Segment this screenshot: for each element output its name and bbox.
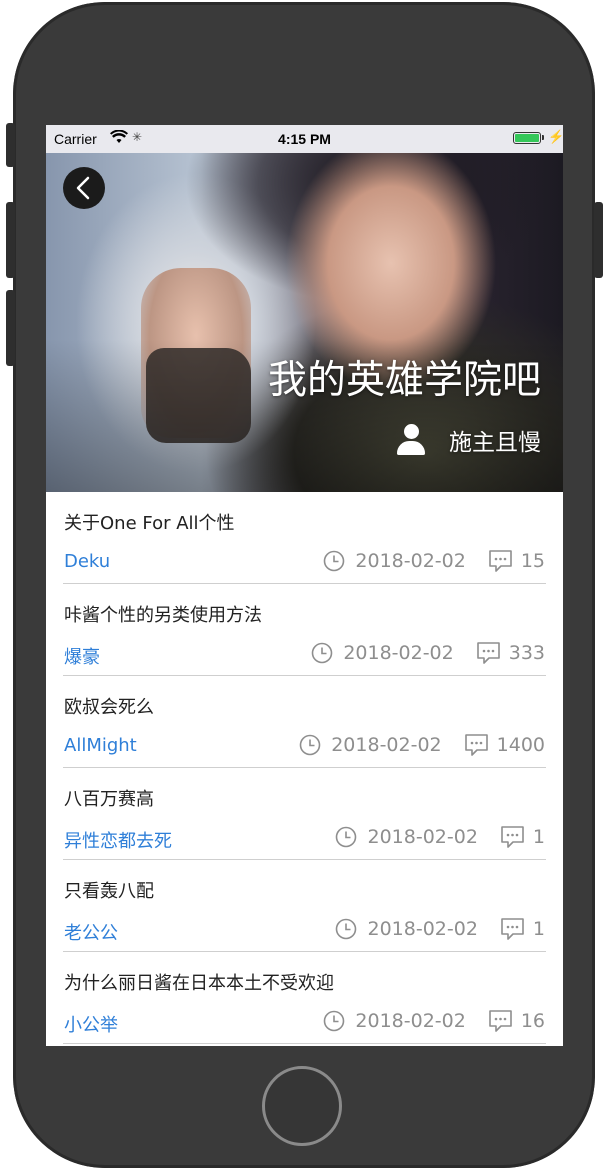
post-date: 2018-02-02 — [331, 734, 442, 756]
post-row[interactable]: 八百万赛高 异性恋都去死 2018-02-02 1 — [46, 768, 563, 860]
post-row[interactable]: 为什么丽日酱在日本本土不受欢迎 小公举 2018-02-02 16 — [46, 952, 563, 1044]
forum-title: 我的英雄学院吧 — [267, 358, 541, 403]
post-date: 2018-02-02 — [343, 642, 454, 664]
status-time: 4:15 PM — [278, 131, 331, 147]
post-row[interactable]: 关于One For All个性 Deku 2018-02-02 15 — [46, 492, 563, 584]
charging-bolt-icon: ⚡ — [548, 129, 563, 144]
comment-bubble-icon — [489, 550, 512, 572]
post-meta: 2018-02-02 1 — [335, 825, 545, 849]
post-title: 关于One For All个性 — [64, 513, 235, 534]
status-bar: Carrier ✳ 4:15 PM ⚡ — [46, 125, 563, 153]
post-comment-count: 333 — [508, 642, 545, 664]
post-date: 2018-02-02 — [355, 550, 466, 572]
post-comment-count: 16 — [520, 1010, 545, 1032]
comment-bubble-icon — [464, 734, 488, 756]
post-meta: 2018-02-02 333 — [311, 641, 545, 665]
clock-icon — [336, 918, 357, 940]
forum-header-banner: 我的英雄学院吧 施主且慢 — [46, 153, 563, 492]
post-title: 欧叔会死么 — [64, 697, 154, 718]
post-author[interactable]: AllMight — [64, 735, 137, 756]
silent-switch — [6, 123, 15, 167]
post-author[interactable]: 小公举 — [64, 1011, 118, 1037]
post-meta: 2018-02-02 1400 — [299, 733, 545, 757]
battery-icon — [513, 132, 541, 144]
home-button[interactable] — [262, 1066, 342, 1146]
forum-owner[interactable]: 施主且慢 — [396, 423, 541, 463]
clock-icon — [312, 642, 333, 664]
comment-bubble-icon — [501, 918, 524, 940]
post-row[interactable]: 只看轰八配 老公公 2018-02-02 1 — [46, 860, 563, 952]
clock-icon — [299, 734, 321, 756]
post-meta: 2018-02-02 15 — [323, 549, 545, 573]
battery-tip — [542, 135, 544, 140]
post-comment-count: 1400 — [496, 734, 545, 756]
back-chevron-icon — [76, 176, 90, 200]
comment-bubble-icon — [489, 1010, 512, 1032]
power-button — [594, 202, 603, 278]
forum-owner-name: 施主且慢 — [449, 430, 541, 456]
clock-icon — [336, 826, 357, 848]
post-author[interactable]: 异性恋都去死 — [64, 827, 172, 853]
user-icon — [396, 424, 426, 456]
clock-icon — [324, 1010, 345, 1032]
comment-bubble-icon — [501, 826, 524, 848]
post-author[interactable]: 老公公 — [64, 919, 118, 945]
post-meta: 2018-02-02 16 — [323, 1009, 545, 1033]
post-title: 八百万赛高 — [64, 789, 154, 810]
app-screen: Carrier ✳ 4:15 PM ⚡ 我的英雄学院吧 施主且慢 关于One F… — [46, 125, 563, 1046]
post-row[interactable]: 欧叔会死么 AllMight 2018-02-02 1400 — [46, 676, 563, 768]
post-date: 2018-02-02 — [367, 826, 478, 848]
back-button[interactable] — [63, 167, 105, 209]
post-comment-count: 1 — [532, 918, 545, 940]
post-date: 2018-02-02 — [355, 1010, 466, 1032]
volume-up-button — [6, 202, 15, 278]
post-title: 只看轰八配 — [64, 881, 154, 902]
volume-down-button — [6, 290, 15, 366]
post-author[interactable]: 爆豪 — [64, 643, 100, 669]
post-comment-count: 15 — [520, 550, 545, 572]
clock-icon — [324, 550, 345, 572]
post-comment-count: 1 — [532, 826, 545, 848]
post-date: 2018-02-02 — [367, 918, 478, 940]
post-row[interactable]: 咔酱个性的另类使用方法 爆豪 2018-02-02 333 — [46, 584, 563, 676]
post-title: 咔酱个性的另类使用方法 — [64, 605, 262, 626]
post-list: 关于One For All个性 Deku 2018-02-02 15 咔酱个性的… — [46, 492, 563, 1044]
post-meta: 2018-02-02 1 — [335, 917, 545, 941]
post-title: 为什么丽日酱在日本本土不受欢迎 — [64, 973, 334, 994]
comment-bubble-icon — [476, 642, 500, 664]
post-author[interactable]: Deku — [64, 551, 110, 572]
